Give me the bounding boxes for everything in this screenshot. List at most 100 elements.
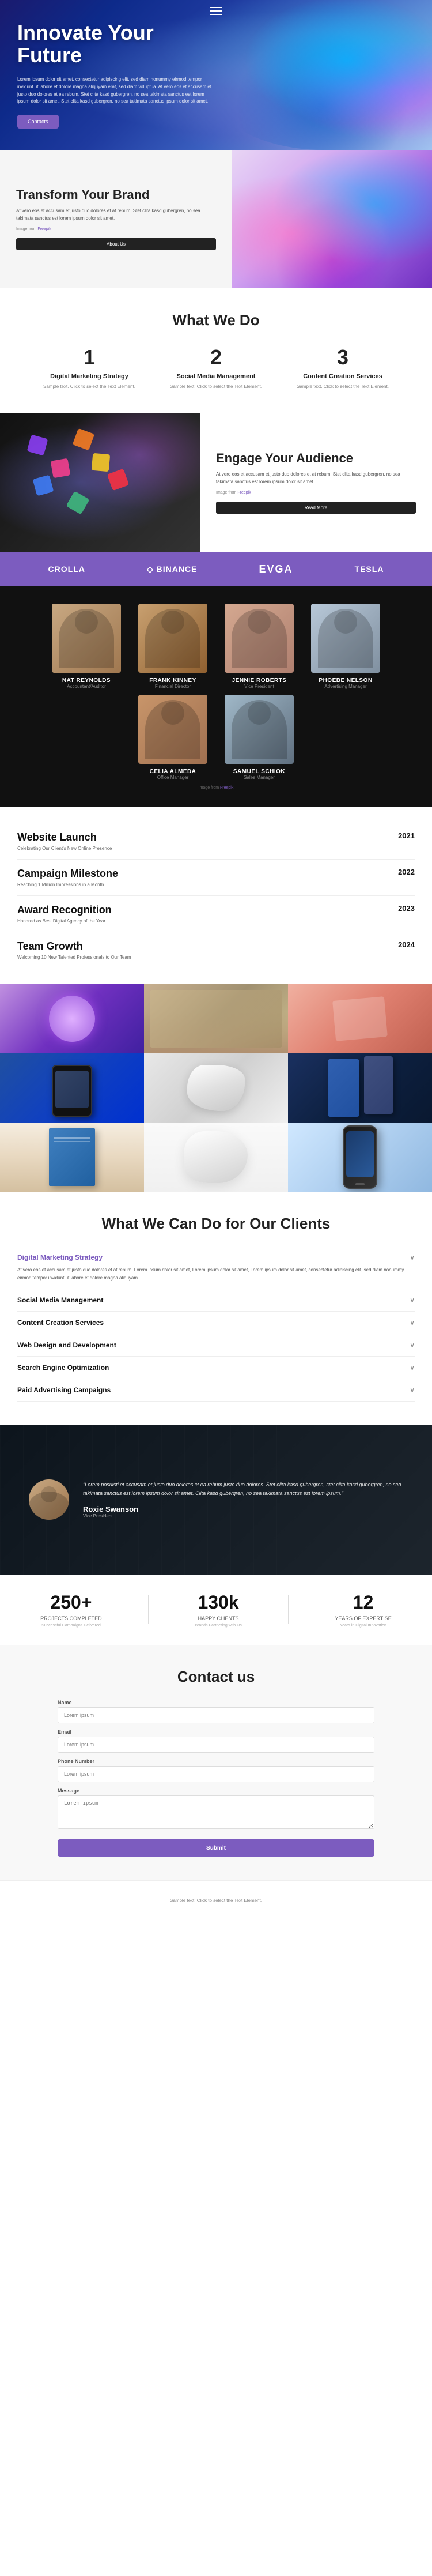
brand-tesla: TESLA <box>355 564 384 574</box>
service-card-3: 3 Content Creation Services Sample text.… <box>285 345 400 390</box>
freepik-link-3[interactable]: Freepik <box>220 786 233 790</box>
hero-cta-button[interactable]: Contacts <box>17 115 59 129</box>
hero-wavy-graphic <box>202 0 432 150</box>
services-expanded-section: What We Can Do for Our Clients Digital M… <box>0 1192 432 1425</box>
nat-head <box>75 611 98 634</box>
gallery-item-4 <box>0 1053 144 1123</box>
gallery-section <box>0 984 432 1123</box>
samuel-role: Sales Manager <box>219 775 300 780</box>
service-row-header-5[interactable]: Search Engine Optimization ∨ <box>17 1364 415 1372</box>
service-desc-2: Sample text. Click to select the Text El… <box>158 383 274 390</box>
what-we-do-section: What We Do 1 Digital Marketing Strategy … <box>0 288 432 413</box>
brand-binance: ◇ BINANCE <box>147 564 197 574</box>
service-row-5: Search Engine Optimization ∨ <box>17 1357 415 1379</box>
cube-blue <box>33 475 54 496</box>
timeline-left-1: Website Launch Celebrating Our Client's … <box>17 831 112 851</box>
footer: Sample text. Click to select the Text El… <box>0 1880 432 1920</box>
gallery-item-5 <box>144 1053 288 1123</box>
stat-clients: 130k HAPPY CLIENTS Brands Partnering wit… <box>195 1592 241 1628</box>
team-member-frank: FRANK KINNEY Financial Director <box>132 604 213 689</box>
service-row-header-6[interactable]: Paid Advertising Campaigns ∨ <box>17 1386 415 1394</box>
samuel-head <box>248 702 271 725</box>
phone-input[interactable] <box>58 1766 374 1782</box>
chevron-down-icon-4: ∨ <box>410 1341 415 1349</box>
testimonial-name: Roxie Swanson <box>83 1505 403 1513</box>
engage-image <box>0 413 200 552</box>
celia-name: CELIA ALMEDA <box>132 769 213 775</box>
freepik-link[interactable]: Freepik <box>37 227 51 231</box>
service-row-header-1[interactable]: Digital Marketing Strategy ∨ <box>17 1253 415 1261</box>
timeline-desc-4: Welcoming 10 New Talented Professionals … <box>17 955 131 960</box>
service-card-1: 1 Digital Marketing Strategy Sample text… <box>32 345 147 390</box>
message-textarea[interactable] <box>58 1795 374 1829</box>
form-label-phone: Phone Number <box>58 1758 374 1764</box>
engage-heading: Engage Your Audience <box>216 451 416 465</box>
jennie-role: Vice President <box>219 684 300 689</box>
form-label-email: Email <box>58 1729 374 1735</box>
service-row-header-4[interactable]: Web Design and Development ∨ <box>17 1341 415 1349</box>
celia-role: Office Manager <box>132 775 213 780</box>
testimonial-role: Vice President <box>83 1513 403 1519</box>
cube-pink <box>51 458 71 479</box>
team-grid: NAT REYNOLDS Accountant/Auditor FRANK KI… <box>12 604 420 780</box>
phoebe-photo <box>311 604 380 673</box>
transform-left: Transform Your Brand At vero eos et accu… <box>0 150 232 288</box>
art-strip <box>0 1123 432 1192</box>
hero-content: Innovate Your Future Lorem ipsum dolor s… <box>0 4 230 146</box>
art-cloth <box>184 1131 248 1183</box>
service-row-6: Paid Advertising Campaigns ∨ <box>17 1379 415 1402</box>
phoebe-head <box>334 611 357 634</box>
testimonial-avatar <box>29 1479 69 1520</box>
team-member-phoebe: PHOEBE NELSON Advertising Manager <box>305 604 386 689</box>
book-line <box>54 1137 90 1139</box>
form-field-phone: Phone Number <box>58 1758 374 1782</box>
stat-label-years: YEARS OF EXPERTISE <box>335 1615 391 1621</box>
celia-photo <box>138 695 207 764</box>
cube-green <box>66 491 90 515</box>
gallery-phone <box>52 1065 92 1117</box>
timeline-item-2: Campaign Milestone Reaching 1 Million Im… <box>17 860 415 896</box>
service-row-3: Content Creation Services ∨ <box>17 1312 415 1334</box>
service-card-2: 2 Social Media Management Sample text. C… <box>158 345 274 390</box>
service-desc-1: Sample text. Click to select the Text El… <box>32 383 147 390</box>
chevron-down-icon-6: ∨ <box>410 1386 415 1394</box>
freepik-link-2[interactable]: Freepik <box>237 491 251 495</box>
stat-label-projects: PROJECTS COMPLETED <box>40 1615 102 1621</box>
samuel-face <box>225 695 294 764</box>
email-input[interactable] <box>58 1737 374 1753</box>
service-row-title-6: Paid Advertising Campaigns <box>17 1386 111 1394</box>
service-row-1: Digital Marketing Strategy ∨ At vero eos… <box>17 1246 415 1289</box>
timeline-title-2: Campaign Milestone <box>17 868 118 880</box>
form-label-message: Message <box>58 1788 374 1794</box>
timeline-left-4: Team Growth Welcoming 10 New Talented Pr… <box>17 940 131 960</box>
gallery-orb-1 <box>49 996 95 1042</box>
gallery-item-6 <box>288 1053 432 1123</box>
timeline-desc-2: Reaching 1 Million Impressions in a Mont… <box>17 882 118 887</box>
stat-sublabel-clients: Brands Partnering with Us <box>195 1624 241 1628</box>
service-row-title-4: Web Design and Development <box>17 1341 116 1349</box>
gallery-book-2 <box>364 1056 393 1114</box>
nat-role: Accountant/Auditor <box>46 684 127 689</box>
frank-name: FRANK KINNEY <box>132 677 213 684</box>
stat-divider-1 <box>148 1595 149 1624</box>
engage-cta-button[interactable]: Read More <box>216 502 416 514</box>
timeline-section: Website Launch Celebrating Our Client's … <box>0 807 432 984</box>
art-book <box>49 1128 95 1186</box>
engage-body: At vero eos et accusam et justo duo dolo… <box>216 471 416 486</box>
service-row-header-2[interactable]: Social Media Management ∨ <box>17 1296 415 1304</box>
cube-red <box>107 469 129 491</box>
stat-divider-2 <box>288 1595 289 1624</box>
nat-photo <box>52 604 121 673</box>
service-row-title-2: Social Media Management <box>17 1296 103 1304</box>
name-input[interactable] <box>58 1707 374 1723</box>
timeline-year-2: 2022 <box>398 868 415 876</box>
team-member-nat: NAT REYNOLDS Accountant/Auditor <box>46 604 127 689</box>
stat-sublabel-projects: Successful Campaigns Delivered <box>40 1624 102 1628</box>
phoebe-name: PHOEBE NELSON <box>305 677 386 684</box>
timeline-item-4: Team Growth Welcoming 10 New Talented Pr… <box>17 932 415 968</box>
art-home-btn <box>355 1183 365 1185</box>
frank-photo <box>138 604 207 673</box>
service-row-header-3[interactable]: Content Creation Services ∨ <box>17 1319 415 1327</box>
transform-cta-button[interactable]: About Us <box>16 238 216 250</box>
submit-button[interactable]: Submit <box>58 1839 374 1857</box>
